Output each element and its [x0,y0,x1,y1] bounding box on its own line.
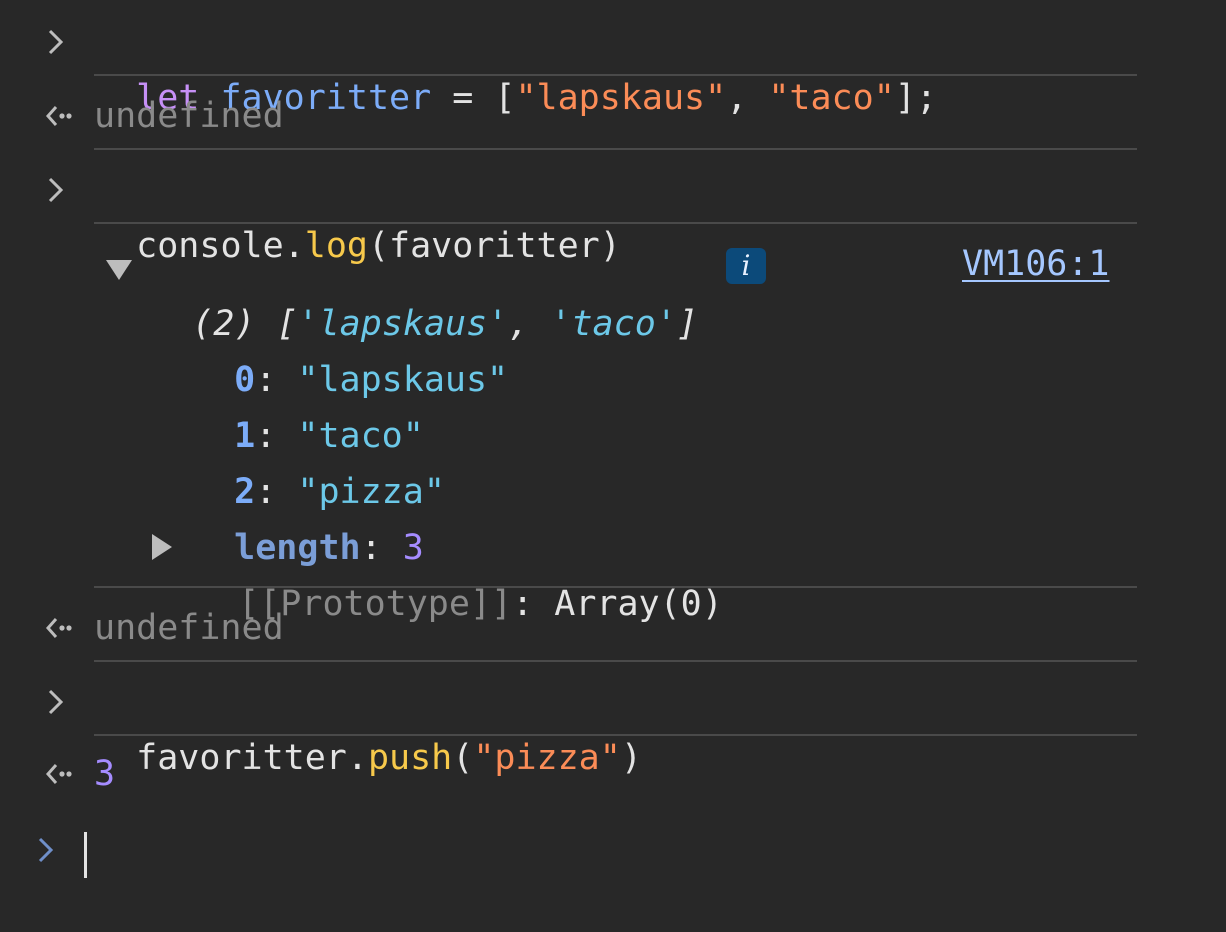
comma: , [508,304,551,344]
divider [94,222,1137,224]
return-arrow-icon [44,600,80,656]
input-prompt-icon [44,162,80,218]
array-item: 0: "lapskaus" [192,296,508,400]
paren-open: ( [452,738,474,778]
array-preview[interactable]: (2) ['lapskaus', 'taco'] [150,240,698,344]
divider [94,148,1137,150]
return-arrow-icon [44,746,80,802]
operator: = [431,78,495,118]
dot: . [346,738,368,778]
return-arrow-icon [44,88,80,144]
comma: , [726,78,769,118]
divider [94,74,1137,76]
divider [94,660,1137,662]
string-literal: "taco" [768,78,895,118]
array-item: 1: "taco" [192,352,424,456]
bracket-open: [ [494,78,516,118]
object-name: favoritter [136,738,347,778]
triangle-right-icon[interactable] [152,534,172,560]
result-value: undefined [94,608,284,648]
console-input-line[interactable]: let favoritter = ["lapskaus", "taco"]; [94,14,937,118]
paren-close: ) [620,738,642,778]
divider [94,586,1137,588]
preview-string: 'taco' [550,304,677,344]
array-item: 2: "pizza" [192,408,445,512]
source-link[interactable]: VM106:1 [962,236,1110,292]
console-input-line[interactable]: favoritter.push("pizza") [94,674,642,778]
info-icon[interactable]: i [726,248,766,284]
input-prompt-icon [44,14,80,70]
array-length: length: 3 [192,464,424,568]
console-prompt-input[interactable] [84,832,87,878]
input-prompt-icon [44,674,80,730]
console-input-line[interactable]: console.log(favoritter) [94,162,621,266]
divider [94,734,1137,736]
result-value: undefined [94,96,284,136]
method-name: push [367,738,453,778]
prototype-value: Array(0) [554,584,723,624]
bracket-close: ]; [894,78,937,118]
prototype-sep: : [512,584,555,624]
prompt-chevron-icon [34,822,70,878]
string-literal: "lapskaus" [515,78,727,118]
prototype-row[interactable]: [[Prototype]]: Array(0) [196,520,723,624]
bracket-close: ] [676,304,698,344]
result-value: 3 [94,754,116,794]
string-literal: "pizza" [473,738,621,778]
triangle-down-icon[interactable] [106,260,132,280]
